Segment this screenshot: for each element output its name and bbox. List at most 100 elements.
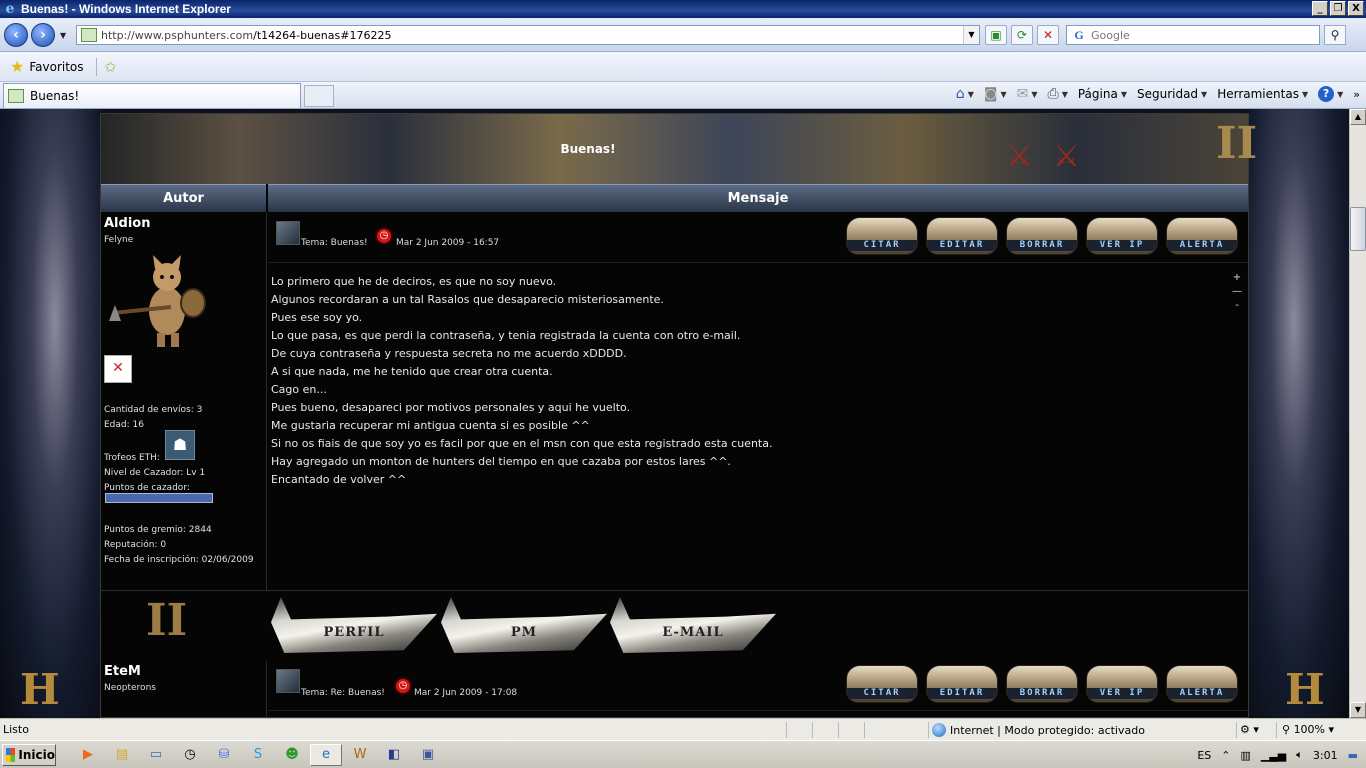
notepad-icon[interactable]: ▭: [140, 744, 172, 766]
internet-explorer-task[interactable]: e: [310, 744, 342, 766]
tab-buenas[interactable]: Buenas!: [3, 83, 301, 108]
navigation-bar: ‹ › ▼ http://www.psphunters.com/t14264-b…: [0, 18, 1366, 52]
security-menu[interactable]: Seguridad ▼: [1137, 87, 1207, 101]
mail-button[interactable]: ✉ ▼: [1017, 86, 1038, 102]
vertical-scrollbar[interactable]: ▲ ▼: [1349, 109, 1366, 718]
text-reset-button[interactable]: —: [1232, 285, 1242, 299]
stat-hunter-points: Puntos de cazador:: [104, 483, 190, 493]
text-increase-button[interactable]: +: [1232, 271, 1242, 285]
back-button[interactable]: ‹: [4, 23, 28, 47]
address-url[interactable]: http://www.psphunters.com/t14264-buenas#…: [101, 29, 391, 42]
search-box[interactable]: G Google: [1066, 25, 1320, 45]
post-message-panel: Tema: Buenas! ◷ Mar 2 Jun 2009 - 16:57 C…: [268, 213, 1248, 590]
stat-join-date: Fecha de inscripción: 02/06/2009: [104, 555, 254, 565]
tray-monitor-icon[interactable]: ▥: [1240, 749, 1250, 762]
stop-button[interactable]: ✕: [1037, 25, 1059, 45]
delete-button[interactable]: BORRAR: [1006, 217, 1078, 255]
network-icon[interactable]: ⛁: [208, 744, 240, 766]
refresh-button[interactable]: ⟳: [1011, 25, 1033, 45]
edit-button[interactable]: EDITAR: [926, 217, 998, 255]
report-button[interactable]: ALERTA: [1166, 217, 1238, 255]
game-task-icon[interactable]: ◧: [378, 744, 410, 766]
help-menu[interactable]: ? ▼: [1318, 86, 1343, 102]
view-ip-button[interactable]: VER IP: [1086, 217, 1158, 255]
post-line: Hay agregado un monton de hunters del ti…: [271, 455, 731, 468]
tab-bar: Buenas! ⌂ ▼ ◙ ▼ ✉ ▼ ⎙ ▼ Página ▼ Seguridad ▼ H…: [0, 82, 1366, 109]
close-button[interactable]: X: [1348, 1, 1364, 16]
add-favorite-icon[interactable]: ✩: [104, 58, 117, 76]
post-actions: CITAR EDITAR BORRAR VER IP ALERTA: [846, 217, 1238, 255]
scroll-thumb[interactable]: [1350, 207, 1366, 251]
show-desktop-icon[interactable]: ▬: [1348, 749, 1358, 762]
scroll-up-icon[interactable]: ▲: [1350, 109, 1366, 125]
home-button[interactable]: ⌂ ▼: [956, 86, 974, 102]
quote-button[interactable]: CITAR: [846, 665, 918, 703]
clock-app-icon[interactable]: ◷: [174, 744, 206, 766]
edit-button[interactable]: EDITAR: [926, 665, 998, 703]
explorer-folder-icon[interactable]: ▤: [106, 744, 138, 766]
windows-logo-icon: [6, 748, 16, 762]
ie-logo-icon: e: [5, 1, 15, 17]
language-indicator[interactable]: ES: [1197, 749, 1211, 762]
restore-button[interactable]: ❐: [1330, 1, 1346, 16]
post: Aldion Felyne ✕ Cantidad de envíos: 3 Ed…: [101, 213, 1248, 590]
favorites-separator: [96, 58, 97, 76]
security-zone[interactable]: Internet | Modo protegido: activado: [932, 723, 1145, 737]
compatibility-view-button[interactable]: ▣: [985, 25, 1007, 45]
print-button[interactable]: ⎙ ▼: [1047, 86, 1067, 102]
column-header-message: Mensaje: [268, 184, 1248, 212]
email-button[interactable]: E-MAIL: [610, 597, 776, 653]
start-button[interactable]: Inicio: [2, 744, 56, 766]
delete-button[interactable]: BORRAR: [1006, 665, 1078, 703]
scroll-down-icon[interactable]: ▼: [1350, 702, 1366, 718]
post-line: Si no os fiais de que soy yo es facil po…: [271, 437, 773, 450]
favorites-label: Favoritos: [29, 60, 84, 74]
protected-mode-icon[interactable]: ⚙ ▾: [1240, 723, 1259, 736]
right-background-art: H: [1249, 109, 1349, 718]
tools-menu[interactable]: Herramientas ▼: [1217, 87, 1308, 101]
address-bar[interactable]: http://www.psphunters.com/t14264-buenas#…: [76, 25, 980, 45]
window-task-icon[interactable]: ▣: [412, 744, 444, 766]
minimize-button[interactable]: _: [1312, 1, 1328, 16]
warcraft-icon[interactable]: W: [344, 744, 376, 766]
trophy-icon: ☗: [165, 430, 195, 460]
page-favicon-icon: [81, 28, 97, 42]
quote-button[interactable]: CITAR: [846, 217, 918, 255]
profile-button[interactable]: PERFIL: [271, 597, 437, 653]
search-button[interactable]: ⚲: [1324, 25, 1346, 45]
zone-text: Internet | Modo protegido: activado: [950, 723, 1145, 737]
media-player-icon[interactable]: ▶: [72, 744, 104, 766]
author-name[interactable]: Aldion: [104, 216, 150, 231]
volume-icon[interactable]: 🔈︎: [1296, 748, 1303, 762]
left-background-art: H: [0, 109, 100, 718]
address-dropdown-icon[interactable]: ▼: [963, 26, 979, 44]
page-menu[interactable]: Página ▼: [1078, 87, 1127, 101]
column-header-author: Autor: [101, 184, 266, 212]
author-rank: Neopterons: [104, 683, 156, 693]
zoom-level[interactable]: ⚲ 100% ▾: [1282, 723, 1334, 736]
game-logo-icon: II: [1216, 118, 1258, 169]
forward-button[interactable]: ›: [31, 23, 55, 47]
tray-signal-icon[interactable]: ▁▃▅: [1261, 749, 1286, 762]
view-ip-button[interactable]: VER IP: [1086, 665, 1158, 703]
report-button[interactable]: ALERTA: [1166, 665, 1238, 703]
status-text: Listo: [3, 723, 29, 736]
clock-time[interactable]: 3:01: [1313, 749, 1338, 762]
tab-title: Buenas!: [30, 89, 80, 103]
author-rank: Felyne: [104, 235, 134, 245]
pm-button[interactable]: PM: [441, 597, 607, 653]
history-dropdown-icon[interactable]: ▼: [60, 31, 66, 40]
favorites-button[interactable]: ★ Favoritos: [10, 57, 84, 77]
skype-icon[interactable]: S: [242, 744, 274, 766]
feeds-button[interactable]: ◙ ▼: [984, 86, 1007, 102]
msn-icon[interactable]: ☻: [276, 744, 308, 766]
new-tab-button[interactable]: [304, 85, 334, 107]
text-decrease-button[interactable]: -: [1232, 299, 1242, 313]
quick-launch: ▶ ▤ ▭ ◷ ⛁ S ☻ e W ◧ ▣: [72, 744, 444, 766]
stat-trophies: Trofeos ETH:: [104, 453, 160, 463]
author-name[interactable]: EteM: [104, 664, 141, 679]
post-line: Cago en...: [271, 383, 327, 396]
tray-expand-icon[interactable]: ⌃: [1221, 749, 1230, 762]
post-topic: Tema: Re: Buenas!: [301, 688, 385, 698]
more-commands-button[interactable]: »: [1353, 88, 1360, 101]
